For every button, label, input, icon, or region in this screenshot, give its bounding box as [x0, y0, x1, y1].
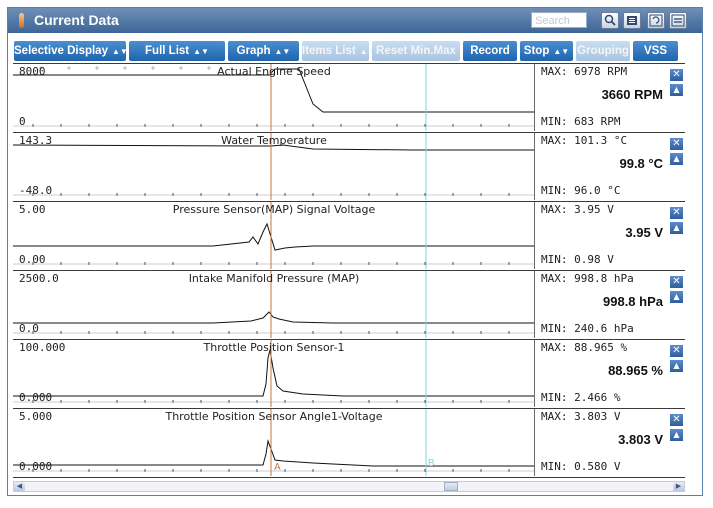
cursor-b-label: B: [428, 458, 435, 469]
y-axis-min: 0.000: [19, 460, 53, 473]
list-view-icon[interactable]: [623, 12, 641, 29]
parameter-name: Water Temperature: [221, 134, 327, 147]
menu-icon[interactable]: [669, 12, 687, 29]
selective-display-label: Selective Display: [14, 45, 108, 57]
parameter-name: Actual Engine Speed: [217, 65, 331, 78]
max-value: MAX: 88.965 %: [541, 341, 628, 354]
signal-trace: [13, 349, 534, 397]
scroll-right-icon[interactable]: ▶: [673, 482, 684, 491]
min-value: MIN: 96.0 °C: [541, 184, 621, 197]
full-list-label: Full List: [145, 45, 190, 57]
scroll-thumb[interactable]: [444, 482, 458, 491]
move-updown-icon[interactable]: ▲: [670, 222, 683, 234]
min-value: MIN: 2.466 %: [541, 391, 621, 404]
items-list-button[interactable]: Items List ▲▼: [302, 41, 376, 61]
y-axis-min: 0: [19, 115, 26, 128]
find-icon[interactable]: [601, 12, 619, 29]
value-panel: MAX: 998.8 hPa 998.8 hPa MIN: 240.6 hPa …: [535, 271, 685, 338]
stop-label: Stop: [523, 45, 550, 57]
parameter-row[interactable]: 143.3 Water Temperature -48.0 MAX: 101.3…: [13, 132, 685, 200]
parameter-graph[interactable]: 5.00 Pressure Sensor(MAP) Signal Voltage…: [13, 202, 535, 269]
current-value: 3660 RPM: [601, 87, 663, 102]
move-updown-icon[interactable]: ▲: [670, 291, 683, 303]
scroll-left-icon[interactable]: ◀: [14, 482, 25, 491]
parameter-row[interactable]: 100.000 Throttle Position Sensor-1 0.000…: [13, 339, 685, 407]
current-value: 3.95 V: [625, 225, 663, 240]
close-icon[interactable]: ✕: [670, 69, 683, 81]
parameter-name: Intake Manifold Pressure (MAP): [188, 272, 360, 285]
cursor-a-label: A: [274, 462, 281, 473]
parameter-row[interactable]: 5.00 Pressure Sensor(MAP) Signal Voltage…: [13, 201, 685, 269]
move-updown-icon[interactable]: ▲: [670, 360, 683, 372]
min-value: MIN: 683 RPM: [541, 115, 621, 128]
current-value: 88.965 %: [608, 363, 663, 378]
move-updown-icon[interactable]: ▲: [670, 84, 683, 96]
full-list-button[interactable]: Full List ▲▼: [129, 41, 225, 61]
move-updown-icon[interactable]: ▲: [670, 429, 683, 441]
min-value: MIN: 240.6 hPa: [541, 322, 634, 335]
search-input[interactable]: Search: [531, 12, 587, 28]
selective-display-button[interactable]: Selective Display ▲▼: [14, 41, 128, 61]
max-value: MAX: 3.95 V: [541, 203, 614, 216]
current-value: 3.803 V: [618, 432, 663, 447]
current-value: 99.8 °C: [619, 156, 663, 171]
value-panel: MAX: 3.803 V 3.803 V MIN: 0.580 V ✕ ▲: [535, 409, 685, 476]
parameter-row[interactable]: AB 5.000 Throttle Position Sensor Angle1…: [13, 408, 685, 476]
parameter-row[interactable]: 2500.0 Intake Manifold Pressure (MAP) 0.…: [13, 270, 685, 338]
grouping-button[interactable]: Grouping: [576, 41, 630, 61]
parameter-graph[interactable]: 8000 Actual Engine Speed 0: [13, 64, 535, 131]
max-value: MAX: 101.3 °C: [541, 134, 628, 147]
close-icon[interactable]: ✕: [670, 138, 683, 150]
graph-button[interactable]: Graph ▲▼: [228, 41, 299, 61]
move-updown-icon[interactable]: ▲: [670, 153, 683, 165]
horizontal-scrollbar[interactable]: ◀ ▶: [13, 481, 685, 492]
warning-bulb-icon: [19, 13, 24, 28]
value-panel: MAX: 6978 RPM 3660 RPM MIN: 683 RPM ✕ ▲: [535, 64, 685, 131]
value-panel: MAX: 88.965 % 88.965 % MIN: 2.466 % ✕ ▲: [535, 340, 685, 407]
max-value: MAX: 3.803 V: [541, 410, 621, 423]
parameter-name: Throttle Position Sensor-1: [203, 341, 345, 354]
vss-button[interactable]: VSS: [633, 41, 678, 61]
items-list-label: Items List: [302, 45, 356, 57]
rows-bottom-border: [13, 477, 685, 478]
updown-icon: ▲▼: [274, 47, 291, 56]
y-axis-min: 0.000: [19, 391, 53, 404]
updown-icon: ▲▼: [193, 47, 209, 56]
toolbar: Selective Display ▲▼ Full List ▲▼ Graph ▲▼ …: [8, 33, 702, 66]
parameter-graph[interactable]: 2500.0 Intake Manifold Pressure (MAP) 0.…: [13, 271, 535, 338]
close-icon[interactable]: ✕: [670, 276, 683, 288]
signal-trace: [13, 222, 534, 251]
stop-button[interactable]: Stop ▲▼: [520, 41, 573, 61]
parameter-graph[interactable]: AB 5.000 Throttle Position Sensor Angle1…: [13, 409, 535, 476]
value-panel: MAX: 101.3 °C 99.8 °C MIN: 96.0 °C ✕ ▲: [535, 133, 685, 200]
max-value: MAX: 998.8 hPa: [541, 272, 634, 285]
close-icon[interactable]: ✕: [670, 207, 683, 219]
window-title: Current Data: [34, 12, 119, 28]
title-bar: Current Data Search: [8, 8, 702, 33]
signal-trace: [13, 311, 534, 324]
reset-min-max-button[interactable]: Reset Min.Max: [372, 41, 460, 61]
updown-icon: ▲▼: [111, 47, 128, 56]
min-value: MIN: 0.580 V: [541, 460, 621, 473]
retry-icon[interactable]: [647, 12, 665, 29]
graph-rows: 8000 Actual Engine Speed 0 MAX: 6978 RPM…: [13, 63, 685, 480]
y-axis-min: 0.00: [19, 253, 46, 266]
value-panel: MAX: 3.95 V 3.95 V MIN: 0.98 V ✕ ▲: [535, 202, 685, 269]
parameter-name: Throttle Position Sensor Angle1-Voltage: [165, 410, 383, 423]
updown-icon: ▲▼: [553, 47, 570, 56]
parameter-graph[interactable]: 100.000 Throttle Position Sensor-1 0.000: [13, 340, 535, 407]
close-icon[interactable]: ✕: [670, 414, 683, 426]
graph-label: Graph: [236, 45, 271, 57]
max-value: MAX: 6978 RPM: [541, 65, 628, 78]
parameter-row[interactable]: 8000 Actual Engine Speed 0 MAX: 6978 RPM…: [13, 63, 685, 131]
y-axis-min: 0.0: [19, 322, 39, 335]
y-axis-min: -48.0: [19, 184, 53, 197]
parameter-name: Pressure Sensor(MAP) Signal Voltage: [172, 203, 376, 216]
current-value: 998.8 hPa: [603, 294, 663, 309]
record-button[interactable]: Record: [463, 41, 517, 61]
min-value: MIN: 0.98 V: [541, 253, 614, 266]
parameter-graph[interactable]: 143.3 Water Temperature -48.0: [13, 133, 535, 200]
close-icon[interactable]: ✕: [670, 345, 683, 357]
